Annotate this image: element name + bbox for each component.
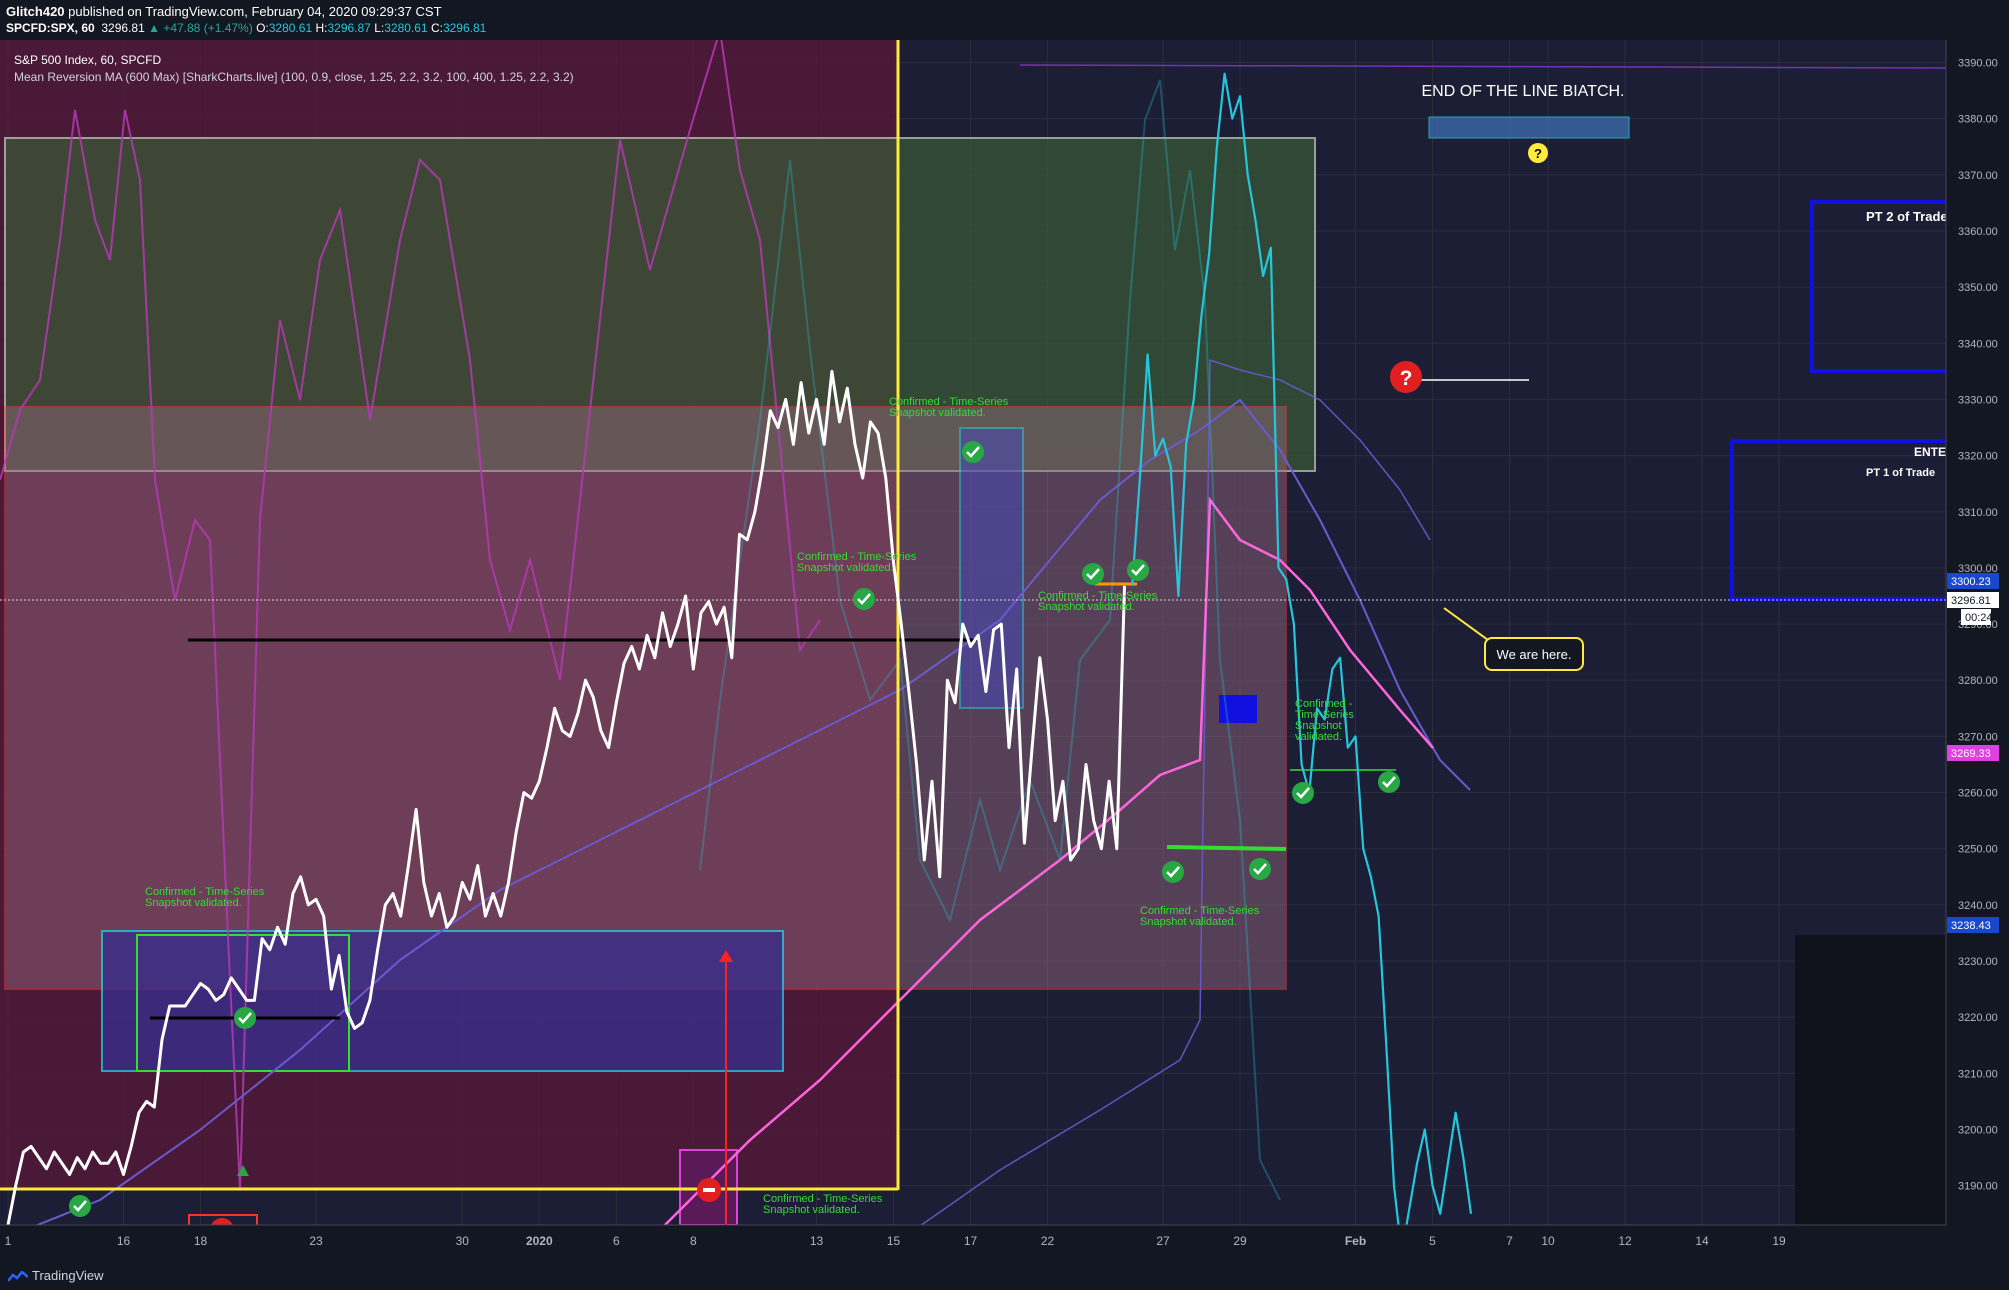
y-tick-label: 3360.00 xyxy=(1958,226,1998,238)
x-tick-label: 10 xyxy=(1541,1234,1555,1248)
y-tick-label: 3320.00 xyxy=(1958,451,1998,463)
x-tick-label: 12 xyxy=(1618,1234,1632,1248)
author-name[interactable]: Glitch420 xyxy=(6,4,65,19)
price-tag-last: 3296.81 xyxy=(1947,592,1999,608)
x-tick-label: 16 xyxy=(117,1234,131,1248)
red-question-icon: ? xyxy=(1390,361,1422,393)
last-price: 3296.81 xyxy=(101,21,145,35)
x-tick-label: 7 xyxy=(1506,1234,1513,1248)
confirmed-label: Snapshot validated. xyxy=(1140,916,1237,928)
low-label: L: xyxy=(374,21,385,35)
pt2-label: PT 2 of Trade xyxy=(1866,209,1948,224)
svg-text:?: ? xyxy=(1400,367,1413,390)
chart-area[interactable]: ? ? We are here. END OF THE LINE BIATCH.… xyxy=(0,40,2009,1262)
x-tick-label: 14 xyxy=(1695,1234,1709,1248)
x-tick-label: 29 xyxy=(1233,1234,1247,1248)
x-tick-label: 6 xyxy=(613,1234,620,1248)
close-value: 3296.81 xyxy=(442,21,487,35)
end-of-line-title: END OF THE LINE BIATCH. xyxy=(1422,83,1625,100)
low-value: 3280.61 xyxy=(384,21,428,35)
y-tick-label: 3370.00 xyxy=(1958,170,1998,182)
dark-box xyxy=(1795,935,1946,1225)
price-tag-3269: 3269.33 xyxy=(1947,745,1999,761)
y-tick-label: 3230.00 xyxy=(1958,956,1998,968)
legend-indicator[interactable]: Mean Reversion MA (600 Max) [SharkCharts… xyxy=(14,70,574,84)
countdown-tag: 00:24 xyxy=(1961,609,1993,625)
tradingview-logo-icon xyxy=(7,1269,29,1282)
y-tick-label: 3380.00 xyxy=(1958,114,1998,126)
confirmed-label: Snapshot validated. xyxy=(763,1204,860,1216)
countdown-text: 00:24 xyxy=(1965,612,1993,624)
x-tick-label: 5 xyxy=(1429,1234,1436,1248)
cyan-tall-box xyxy=(959,427,1024,709)
confirmed-label: Snapshot validated. xyxy=(797,562,894,574)
y-tick-label: 3240.00 xyxy=(1958,900,1998,912)
price-tag-3300: 3300.23 xyxy=(1947,573,1999,589)
y-tick-label: 3210.00 xyxy=(1958,1068,1998,1080)
pt1-label: PT 1 of Trade xyxy=(1866,467,1935,479)
tradingview-brand[interactable]: TradingView xyxy=(7,1268,104,1283)
published-info: published on TradingView.com, February 0… xyxy=(64,4,442,19)
x-tick-label: 22 xyxy=(1041,1234,1055,1248)
price-tag-text: 3300.23 xyxy=(1951,576,1991,588)
y-tick-label: 3330.00 xyxy=(1958,394,1998,406)
x-tick-label: 18 xyxy=(194,1234,208,1248)
open-label: O: xyxy=(256,21,269,35)
open-value: 3280.61 xyxy=(268,21,313,35)
price-tag-text: 3296.81 xyxy=(1951,595,1991,607)
y-tick-label: 3280.00 xyxy=(1958,675,1998,687)
legend-series-title[interactable]: S&P 500 Index, 60, SPCFD xyxy=(14,53,162,67)
high-label: H: xyxy=(315,21,328,35)
publish-header: Glitch420 published on TradingView.com, … xyxy=(6,4,442,19)
price-change: ▲ +47.88 (+1.47%) xyxy=(148,21,253,35)
confirmed-label: Snapshot validated. xyxy=(889,407,986,419)
y-tick-label: 3310.00 xyxy=(1958,507,1998,519)
brand-label: TradingView xyxy=(32,1268,104,1283)
footer-bar: TradingView xyxy=(0,1262,2009,1290)
symbol-bar: SPCFD:SPX, 60 3296.81 ▲ +47.88 (+1.47%) … xyxy=(6,21,486,35)
confirmed-label: Snapshot validated. xyxy=(145,897,242,909)
price-tag-text: 3269.33 xyxy=(1951,748,1991,760)
y-tick-label: 3220.00 xyxy=(1958,1012,1998,1024)
yellow-question-icon: ? xyxy=(1528,143,1548,163)
price-axis[interactable]: 3190.00 3200.00 3210.00 3220.00 3230.00 3240.… xyxy=(1958,57,1998,1192)
y-tick-label: 3350.00 xyxy=(1958,282,1998,294)
x-tick-label: 13 xyxy=(810,1234,824,1248)
y-tick-label: 3390.00 xyxy=(1958,57,1998,69)
svg-text:?: ? xyxy=(1534,146,1542,161)
y-tick-label: 3260.00 xyxy=(1958,788,1998,800)
y-tick-label: 3200.00 xyxy=(1958,1125,1998,1137)
cyan-zone-box xyxy=(101,930,784,1072)
x-tick-label: 15 xyxy=(887,1234,901,1248)
x-tick-label: 23 xyxy=(309,1234,323,1248)
close-label: C: xyxy=(430,21,443,35)
x-tick-label: 8 xyxy=(690,1234,697,1248)
x-tick-label: 17 xyxy=(964,1234,978,1248)
x-tick-label: Feb xyxy=(1345,1234,1366,1248)
callout-text: We are here. xyxy=(1497,647,1572,662)
x-tick-label: 30 xyxy=(456,1234,470,1248)
x-tick-label: 2020 xyxy=(526,1234,553,1248)
confirmed-label: validated. xyxy=(1295,731,1342,743)
x-tick-label: 1 xyxy=(5,1234,12,1248)
y-tick-label: 3250.00 xyxy=(1958,844,1998,856)
y-tick-label: 3270.00 xyxy=(1958,731,1998,743)
confirmed-label: Snapshot validated. xyxy=(1038,601,1135,613)
price-tag-text: 3238.43 xyxy=(1951,920,1991,932)
y-tick-label: 3340.00 xyxy=(1958,338,1998,350)
x-tick-label: 27 xyxy=(1156,1234,1170,1248)
high-value: 3296.87 xyxy=(327,21,371,35)
top-target-box xyxy=(1428,116,1630,139)
x-tick-label: 19 xyxy=(1772,1234,1786,1248)
green-support-line xyxy=(1166,845,1287,851)
y-tick-label: 3190.00 xyxy=(1958,1181,1998,1193)
symbol-name[interactable]: SPCFD:SPX, 60 xyxy=(6,21,95,35)
minus-badge-icon xyxy=(697,1178,721,1202)
price-tag-3238: 3238.43 xyxy=(1947,917,1999,933)
